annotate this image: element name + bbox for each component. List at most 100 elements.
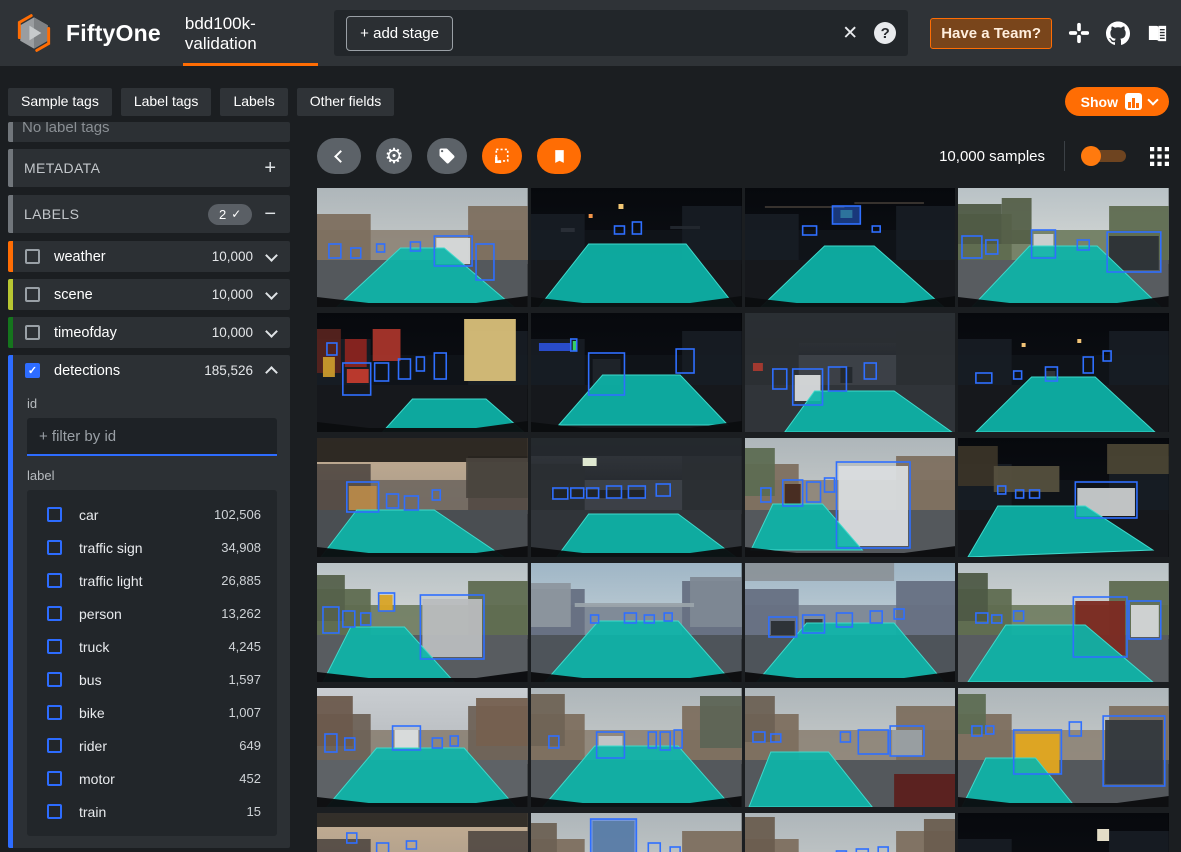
sample-thumbnail[interactable]: [317, 438, 528, 557]
field-scene: scene 10,000: [8, 279, 290, 310]
label-filter-label: label: [27, 468, 277, 483]
class-checkbox[interactable]: [47, 507, 62, 522]
select-samples-button[interactable]: [482, 138, 522, 174]
collapse-minus-icon[interactable]: −: [264, 204, 276, 224]
class-row-train: train15: [37, 795, 267, 828]
gear-icon: ⚙: [385, 146, 404, 167]
sample-thumbnail[interactable]: [958, 688, 1169, 807]
metadata-section-header[interactable]: METADATA +: [8, 149, 290, 187]
class-checkbox[interactable]: [47, 573, 62, 588]
docs-icon[interactable]: [1145, 21, 1169, 45]
sample-thumbnail[interactable]: [745, 813, 956, 852]
expand-plus-icon[interactable]: +: [264, 158, 276, 178]
app-name: FiftyOne: [66, 20, 161, 47]
id-filter-input[interactable]: [27, 418, 277, 456]
class-checkbox[interactable]: [47, 540, 62, 555]
class-row-motor: motor452: [37, 762, 267, 795]
fiftyone-logo: [12, 11, 56, 55]
sample-thumbnail[interactable]: [745, 438, 956, 557]
sample-thumbnail[interactable]: [958, 313, 1169, 432]
sample-thumbnail[interactable]: [317, 813, 528, 852]
sample-thumbnail[interactable]: [317, 563, 528, 682]
class-checkbox[interactable]: [47, 705, 62, 720]
have-a-team-button[interactable]: Have a Team?: [930, 18, 1052, 49]
field-weather: weather 10,000: [8, 241, 290, 272]
show-stats-button[interactable]: Show: [1065, 87, 1169, 116]
class-row-traffic-light: traffic light26,885: [37, 564, 267, 597]
chevron-up-icon[interactable]: [265, 366, 278, 379]
save-view-button[interactable]: [537, 138, 581, 174]
grid-size-icon[interactable]: [1150, 147, 1169, 166]
class-row-rider: rider649: [37, 729, 267, 762]
settings-button[interactable]: ⚙: [376, 138, 412, 174]
active-filters-badge[interactable]: 2: [208, 204, 252, 225]
sample-grid: [317, 188, 1169, 852]
stage-search-bar[interactable]: + add stage ✕ ?: [334, 10, 908, 56]
labels-section-header[interactable]: LABELS 2 −: [8, 195, 290, 233]
sample-thumbnail[interactable]: [958, 563, 1169, 682]
chevron-down-icon[interactable]: [265, 287, 278, 300]
sample-thumbnail[interactable]: [531, 438, 742, 557]
class-checkbox[interactable]: [47, 639, 62, 654]
close-icon[interactable]: ✕: [842, 22, 858, 45]
field-tabs-row: Sample tags Label tags Labels Other fiel…: [0, 88, 1181, 116]
field-timeofday: timeofday 10,000: [8, 317, 290, 348]
detection-class-list: car102,506traffic sign34,908traffic ligh…: [27, 490, 277, 836]
chevron-down-icon[interactable]: [265, 249, 278, 262]
class-row-traffic-sign: traffic sign34,908: [37, 531, 267, 564]
sample-thumbnail[interactable]: [745, 688, 956, 807]
sample-thumbnail[interactable]: [531, 313, 742, 432]
samples-count: 10,000 samples: [939, 148, 1045, 165]
tab-label-tags[interactable]: Label tags: [121, 88, 212, 116]
tag-icon: [438, 147, 456, 165]
slack-icon[interactable]: [1067, 21, 1091, 45]
tag-samples-button[interactable]: [427, 138, 467, 174]
header-right: Have a Team?: [930, 18, 1169, 49]
back-button[interactable]: [317, 138, 361, 174]
detections-checkbox[interactable]: [25, 363, 40, 378]
github-icon[interactable]: [1106, 21, 1130, 45]
no-label-tags-row: No label tags: [8, 122, 290, 142]
sample-grid-area: ⚙ 10,000 samples: [317, 122, 1169, 852]
timeofday-checkbox[interactable]: [25, 325, 40, 340]
sample-thumbnail[interactable]: [745, 563, 956, 682]
class-checkbox[interactable]: [47, 804, 62, 819]
class-checkbox[interactable]: [47, 771, 62, 786]
class-checkbox[interactable]: [47, 606, 62, 621]
help-icon[interactable]: ?: [874, 22, 896, 44]
bookmark-icon: [551, 148, 568, 165]
sample-thumbnail[interactable]: [958, 188, 1169, 307]
dataset-name[interactable]: bdd100k-validation: [183, 0, 318, 66]
scene-checkbox[interactable]: [25, 287, 40, 302]
class-row-truck: truck4,245: [37, 630, 267, 663]
id-filter-label: id: [27, 396, 277, 411]
class-checkbox[interactable]: [47, 738, 62, 753]
grid-zoom-slider[interactable]: [1084, 150, 1126, 162]
sample-thumbnail[interactable]: [958, 813, 1169, 852]
grid-toolbar: ⚙ 10,000 samples: [317, 138, 1169, 174]
class-row-bike: bike1,007: [37, 696, 267, 729]
sample-thumbnail[interactable]: [531, 813, 742, 852]
sample-thumbnail[interactable]: [745, 188, 956, 307]
field-detections: detections 185,526 id label car102,506tr…: [8, 355, 290, 848]
histogram-icon: [1125, 93, 1142, 110]
chevron-down-icon: [1147, 94, 1158, 105]
add-stage-button[interactable]: + add stage: [346, 16, 453, 51]
sample-thumbnail[interactable]: [531, 688, 742, 807]
class-row-car: car102,506: [37, 498, 267, 531]
tab-other-fields[interactable]: Other fields: [297, 88, 395, 116]
sample-thumbnail[interactable]: [317, 313, 528, 432]
sample-thumbnail[interactable]: [531, 188, 742, 307]
sample-thumbnail[interactable]: [317, 188, 528, 307]
weather-checkbox[interactable]: [25, 249, 40, 264]
sidebar: No label tags METADATA + LABELS 2 − weat…: [8, 122, 290, 852]
tab-sample-tags[interactable]: Sample tags: [8, 88, 112, 116]
sample-thumbnail[interactable]: [958, 438, 1169, 557]
tab-labels[interactable]: Labels: [220, 88, 287, 116]
sample-thumbnail[interactable]: [745, 313, 956, 432]
class-checkbox[interactable]: [47, 672, 62, 687]
chevron-down-icon[interactable]: [265, 325, 278, 338]
sample-thumbnail[interactable]: [531, 563, 742, 682]
class-row-person: person13,262: [37, 597, 267, 630]
sample-thumbnail[interactable]: [317, 688, 528, 807]
